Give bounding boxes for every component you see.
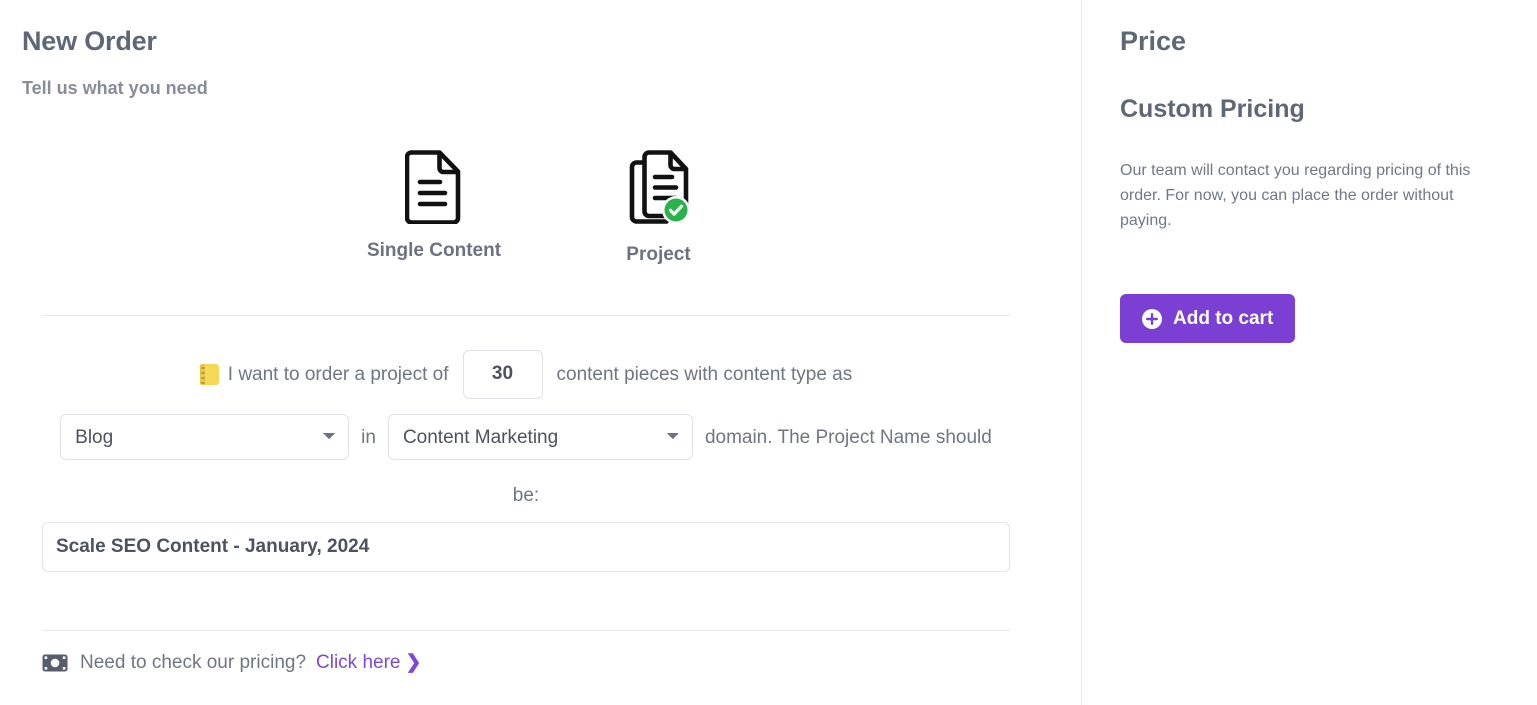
section-divider-bottom bbox=[42, 630, 1010, 631]
sentence-text-2: content pieces with content type as bbox=[556, 363, 853, 385]
domain-select[interactable]: Content MarketingTechnologyFinanceHealth… bbox=[387, 414, 693, 460]
order-sentence-form: I want to order a project of content pie… bbox=[42, 346, 1010, 572]
order-type-selector: Single Content Project bbox=[0, 148, 1082, 278]
sentence-text-1: I want to order a project of bbox=[227, 363, 449, 385]
sentence-text-4: domain. The Project Name should bbox=[704, 426, 992, 448]
order-type-label: Single Content bbox=[366, 240, 502, 261]
sentence-line-be: be: bbox=[42, 472, 1010, 518]
pricing-link-label: Click here bbox=[316, 652, 401, 673]
order-type-single-content[interactable]: Single Content bbox=[353, 148, 515, 262]
chevron-right-icon: ❯ bbox=[405, 652, 422, 673]
order-type-project[interactable]: Project bbox=[600, 148, 717, 266]
money-icon bbox=[42, 654, 68, 672]
content-type-select[interactable]: BlogArticleWebsite ContentProduct Descri… bbox=[60, 414, 350, 460]
custom-pricing-heading: Custom Pricing bbox=[1120, 95, 1305, 123]
custom-pricing-description: Our team will contact you regarding pric… bbox=[1120, 162, 1471, 229]
pricing-help-text: Need to check our pricing? bbox=[80, 651, 307, 673]
add-to-cart-label: Add to cart bbox=[1173, 307, 1274, 329]
pricing-click-here-link[interactable]: Click here ❯ bbox=[316, 651, 421, 674]
notebook-emoji bbox=[199, 363, 219, 385]
price-panel-title: Price bbox=[1120, 26, 1187, 56]
sentence-line-quantity: I want to order a project of content pie… bbox=[42, 346, 1010, 402]
document-icon bbox=[353, 148, 515, 229]
sentence-text-5: be: bbox=[512, 484, 540, 506]
section-divider-top bbox=[42, 315, 1010, 316]
plus-circle-icon bbox=[1142, 308, 1162, 329]
price-pane: Price Custom Pricing Our team will conta… bbox=[1082, 0, 1537, 705]
stacked-documents-icon bbox=[600, 148, 717, 233]
pricing-help-row: Need to check our pricing? Click here ❯ bbox=[42, 651, 421, 674]
new-order-page: New Order Tell us what you need Single C… bbox=[0, 0, 1537, 705]
page-subtitle: Tell us what you need bbox=[22, 78, 208, 98]
sentence-text-3: in bbox=[361, 426, 376, 448]
sentence-line-type-domain: BlogArticleWebsite ContentProduct Descri… bbox=[42, 402, 1010, 472]
add-to-cart-button[interactable]: Add to cart bbox=[1120, 294, 1296, 343]
order-form-pane: New Order Tell us what you need Single C… bbox=[0, 0, 1082, 705]
page-title: New Order bbox=[22, 26, 157, 56]
order-type-label: Project bbox=[626, 244, 691, 265]
quantity-input[interactable] bbox=[462, 349, 543, 399]
project-name-input[interactable] bbox=[42, 522, 1010, 572]
